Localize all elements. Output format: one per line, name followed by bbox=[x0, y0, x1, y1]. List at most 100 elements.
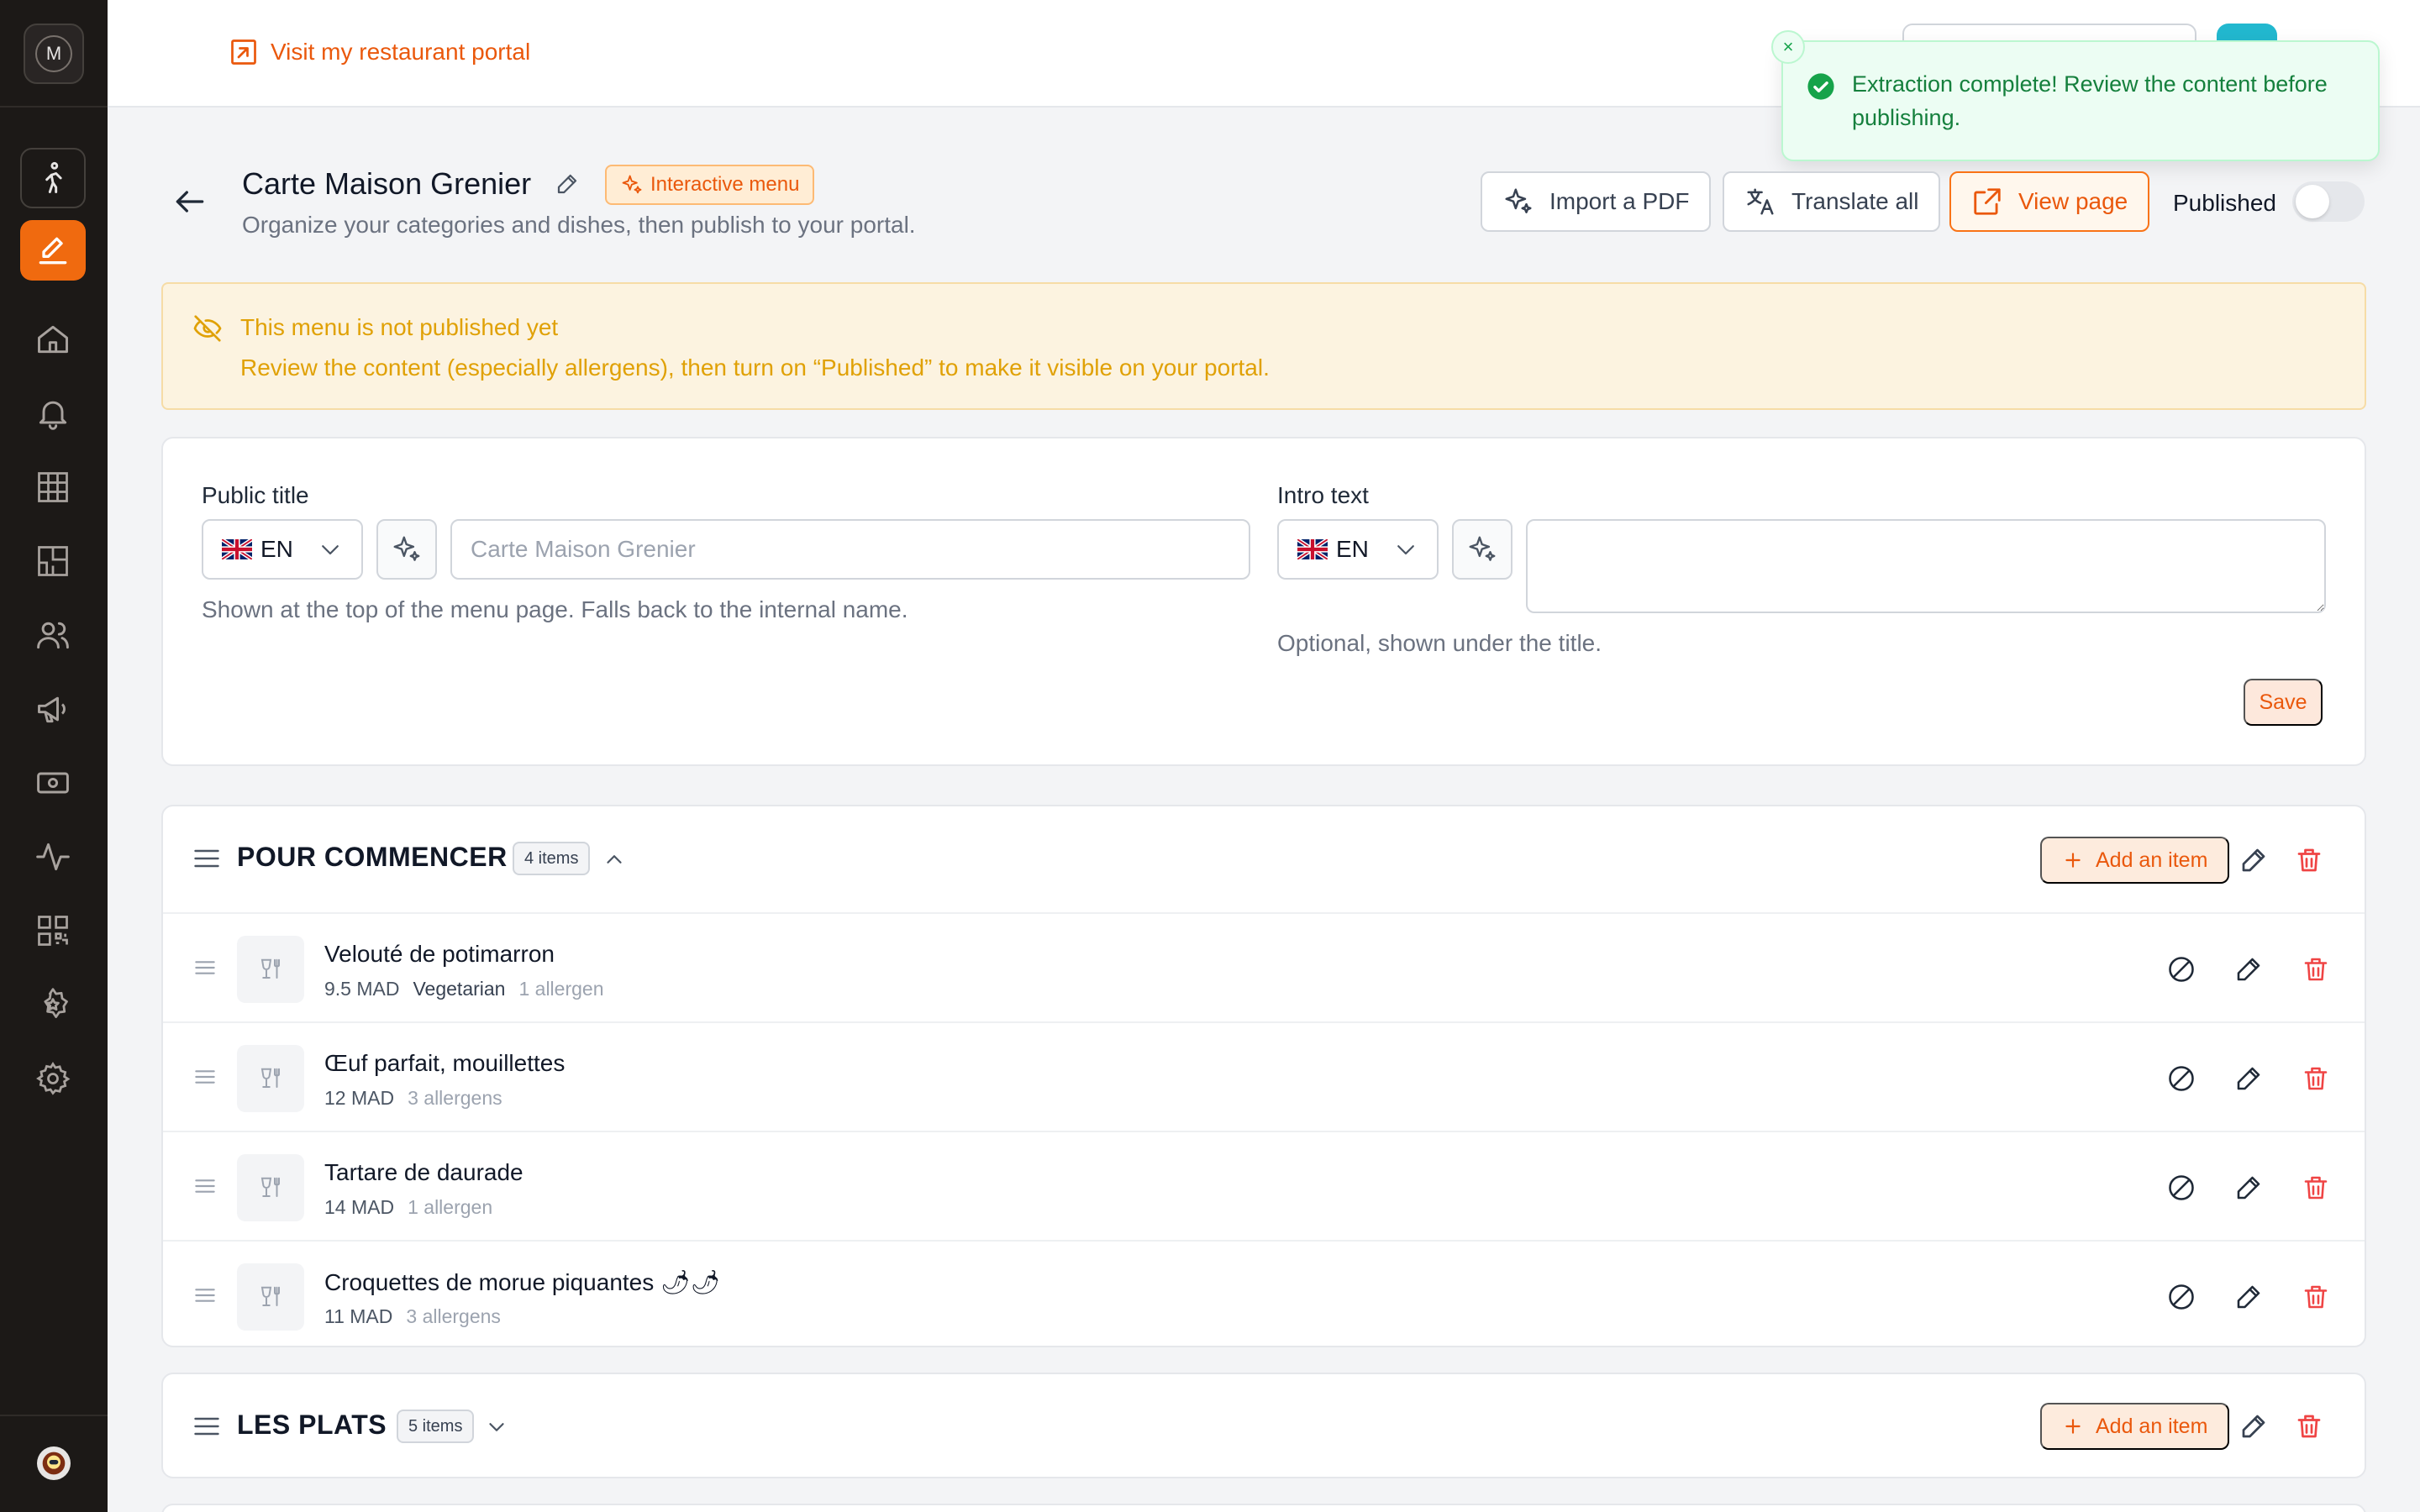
item-image-placeholder[interactable] bbox=[237, 936, 304, 1003]
public-title-label: Public title bbox=[202, 482, 309, 508]
sidebar-item-qr-codes[interactable] bbox=[20, 900, 86, 961]
published-toggle[interactable] bbox=[2292, 181, 2365, 222]
page-title: Carte Maison Grenier bbox=[242, 166, 532, 201]
item-image-placeholder[interactable] bbox=[237, 1045, 304, 1112]
qr-code-icon bbox=[38, 916, 68, 946]
visit-portal-label: Visit my restaurant portal bbox=[271, 39, 531, 65]
external-link-icon bbox=[1974, 188, 2001, 215]
item-name: Œuf parfait, mouillettes bbox=[324, 1050, 566, 1076]
warning-title: This menu is not published yet bbox=[240, 314, 559, 340]
chevron-up-icon[interactable] bbox=[602, 847, 627, 872]
glass-fork-icon bbox=[260, 1286, 280, 1306]
menu-item-row[interactable]: Œuf parfait, mouillettes 12 MAD 3 allerg… bbox=[163, 1021, 2365, 1131]
astronaut-avatar-icon bbox=[42, 1452, 66, 1475]
settings-icon bbox=[36, 1062, 71, 1095]
user-avatar[interactable] bbox=[37, 1446, 71, 1480]
item-name: Velouté de potimarron bbox=[324, 941, 555, 967]
delete-item-icon[interactable] bbox=[2301, 954, 2331, 984]
toast-close-button[interactable]: × bbox=[1771, 30, 1805, 64]
edit-item-icon[interactable] bbox=[2233, 1282, 2264, 1312]
save-settings-button[interactable]: Save bbox=[2244, 679, 2323, 726]
edit-category-icon[interactable] bbox=[2238, 845, 2269, 875]
toast-message: Extraction complete! Review the content … bbox=[1852, 71, 2328, 130]
visit-portal-link[interactable]: Visit my restaurant portal bbox=[229, 37, 530, 67]
workspace-switcher[interactable]: M bbox=[24, 24, 84, 84]
item-dietary-tag: Vegetarian bbox=[413, 978, 506, 1000]
translate-all-button[interactable]: Translate all bbox=[1723, 171, 1941, 232]
uk-flag-icon bbox=[1297, 539, 1328, 559]
check-circle-icon bbox=[1807, 73, 1834, 100]
sidebar-divider-bottom bbox=[0, 1415, 108, 1416]
drag-handle-icon[interactable] bbox=[192, 1411, 222, 1441]
intro-text-ai-button[interactable] bbox=[1452, 519, 1512, 580]
delete-category-icon[interactable] bbox=[2294, 845, 2324, 875]
add-item-button[interactable]: Add an item bbox=[2040, 1403, 2230, 1450]
back-arrow-icon[interactable] bbox=[171, 183, 208, 220]
interactive-menu-label: Interactive menu bbox=[650, 173, 800, 196]
public-title-ai-button[interactable] bbox=[376, 519, 437, 580]
item-image-placeholder[interactable] bbox=[237, 1263, 304, 1331]
category-header: LES PLATS 5 items Add an item bbox=[163, 1374, 2365, 1480]
sidebar-item-notifications[interactable] bbox=[20, 383, 86, 444]
sidebar-item-home[interactable] bbox=[20, 309, 86, 370]
item-allergens: 1 allergen bbox=[518, 978, 604, 1000]
sidebar-item-menu-editor[interactable] bbox=[20, 220, 86, 281]
menu-item-row[interactable]: Velouté de potimarron 9.5 MAD Vegetarian… bbox=[163, 912, 2365, 1021]
sidebar-item-reviews[interactable] bbox=[20, 974, 86, 1035]
delete-item-icon[interactable] bbox=[2301, 1282, 2331, 1312]
item-price: 12 MAD bbox=[324, 1087, 395, 1109]
category-card: POUR COMMENCER 4 items Add an item Velou… bbox=[161, 805, 2366, 1347]
add-item-button[interactable]: Add an item bbox=[2040, 837, 2230, 884]
sidebar-item-floorplan[interactable] bbox=[20, 531, 86, 591]
edit-item-icon[interactable] bbox=[2233, 1063, 2264, 1094]
mark-unavailable-icon[interactable] bbox=[2166, 1282, 2196, 1312]
public-title-language-select[interactable]: EN bbox=[202, 519, 363, 580]
chevron-down-icon[interactable] bbox=[484, 1415, 509, 1440]
import-pdf-label: Import a PDF bbox=[1549, 188, 1690, 214]
success-toast: × Extraction complete! Review the conten… bbox=[1771, 30, 2380, 161]
intro-text-textarea[interactable] bbox=[1526, 519, 2326, 613]
item-name: Tartare de daurade bbox=[324, 1159, 523, 1185]
interactive-menu-badge: Interactive menu bbox=[605, 165, 815, 205]
drag-handle-icon[interactable] bbox=[192, 1173, 218, 1200]
sidebar-item-customers[interactable] bbox=[20, 605, 86, 665]
sidebar-item-tables[interactable] bbox=[20, 457, 86, 517]
sidebar-item-walk[interactable] bbox=[20, 148, 86, 208]
glass-fork-icon bbox=[260, 1177, 280, 1197]
mark-unavailable-icon[interactable] bbox=[2166, 1063, 2196, 1094]
item-image-placeholder[interactable] bbox=[237, 1154, 304, 1221]
sidebar-item-marketing[interactable] bbox=[20, 679, 86, 739]
page-subtitle: Organize your categories and dishes, the… bbox=[242, 212, 916, 238]
delete-item-icon[interactable] bbox=[2301, 1173, 2331, 1203]
delete-item-icon[interactable] bbox=[2301, 1063, 2331, 1094]
edit-title-icon[interactable] bbox=[555, 171, 580, 197]
drag-handle-icon[interactable] bbox=[192, 843, 222, 874]
delete-category-icon[interactable] bbox=[2294, 1411, 2324, 1441]
mark-unavailable-icon[interactable] bbox=[2166, 1173, 2196, 1203]
public-title-input[interactable] bbox=[450, 519, 1250, 580]
workspace-initial: M bbox=[35, 35, 72, 72]
sidebar-item-settings[interactable] bbox=[20, 1048, 86, 1109]
category-title[interactable]: POUR COMMENCER bbox=[237, 842, 508, 873]
view-page-button[interactable]: View page bbox=[1949, 171, 2150, 232]
edit-item-icon[interactable] bbox=[2233, 954, 2264, 984]
drag-handle-icon[interactable] bbox=[192, 1063, 218, 1090]
uk-flag-icon bbox=[222, 539, 252, 559]
category-title[interactable]: LES PLATS bbox=[237, 1410, 387, 1441]
item-allergens: 3 allergens bbox=[408, 1087, 502, 1109]
translate-icon bbox=[1747, 188, 1774, 215]
sidebar-item-activity[interactable] bbox=[20, 827, 86, 887]
drag-handle-icon[interactable] bbox=[192, 954, 218, 981]
mark-unavailable-icon[interactable] bbox=[2166, 954, 2196, 984]
intro-text-language-select[interactable]: EN bbox=[1277, 519, 1439, 580]
menu-item-row[interactable]: Croquettes de morue piquantes 🌶🌶 11 MAD … bbox=[163, 1240, 2365, 1349]
drag-handle-icon[interactable] bbox=[192, 1282, 218, 1309]
edit-category-icon[interactable] bbox=[2238, 1411, 2269, 1441]
item-allergens: 3 allergens bbox=[406, 1305, 501, 1327]
sparkle-icon bbox=[393, 536, 420, 561]
menu-item-row[interactable]: Tartare de daurade 14 MAD 1 allergen bbox=[163, 1131, 2365, 1240]
edit-item-icon[interactable] bbox=[2233, 1173, 2264, 1203]
import-pdf-button[interactable]: Import a PDF bbox=[1481, 171, 1712, 232]
sidebar-divider bbox=[0, 106, 108, 108]
sidebar-item-payments[interactable] bbox=[20, 753, 86, 813]
